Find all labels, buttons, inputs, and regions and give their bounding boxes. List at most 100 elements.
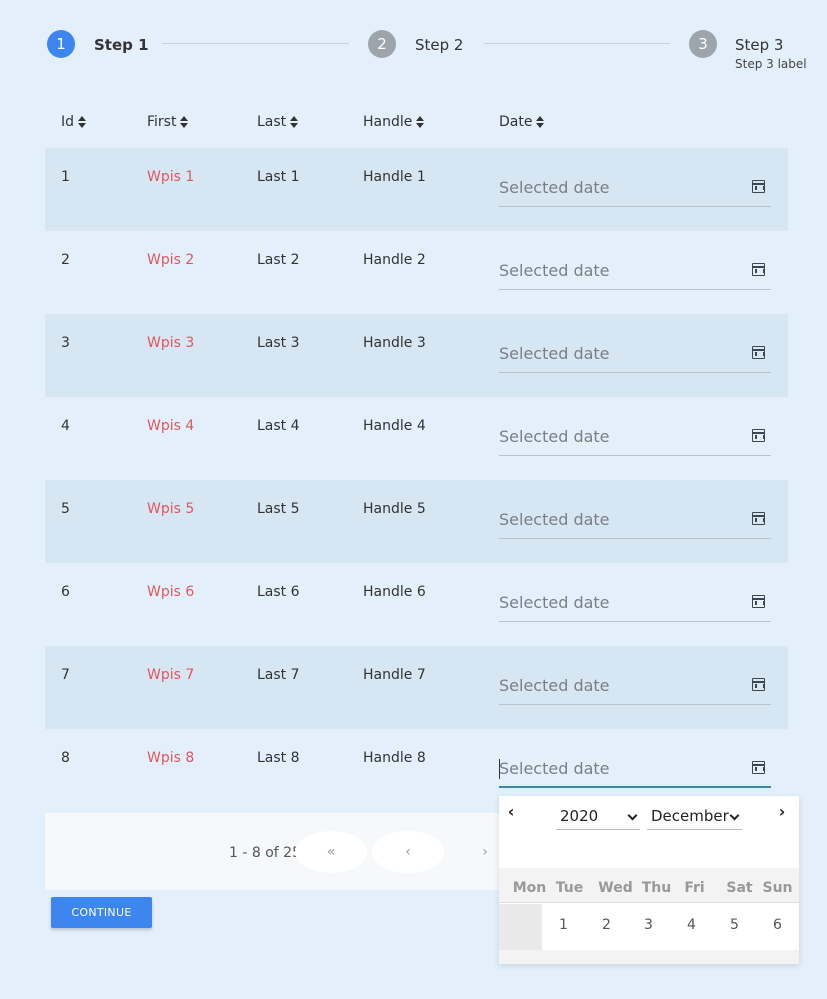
cell-first: Wpis 5 [147, 501, 195, 517]
date-input[interactable]: Selected date [499, 253, 771, 290]
weekday-label: Sun [762, 880, 793, 896]
weekday-label: Sat [726, 880, 753, 896]
date-input[interactable]: Selected date [499, 170, 771, 207]
step-1-circle[interactable]: 1 [47, 30, 75, 58]
sort-icon[interactable] [180, 116, 189, 128]
date-input-focused[interactable]: Selected date [499, 751, 771, 788]
sort-icon[interactable] [416, 116, 425, 128]
cell-handle: Handle 3 [363, 335, 426, 351]
calendar-icon[interactable] [752, 263, 765, 276]
cell-id: 8 [61, 750, 70, 766]
calendar-icon[interactable] [752, 512, 765, 525]
date-input[interactable]: Selected date [499, 585, 771, 622]
date-input[interactable]: Selected date [499, 668, 771, 705]
calendar-next-week-partial [499, 950, 799, 964]
header-handle[interactable]: Handle [363, 114, 425, 130]
date-placeholder: Selected date [499, 427, 610, 446]
calendar-icon[interactable] [752, 761, 765, 774]
sort-icon[interactable] [78, 116, 87, 128]
cell-first: Wpis 7 [147, 667, 195, 683]
step-connector [162, 43, 349, 44]
step-3-label[interactable]: Step 3 [735, 36, 783, 54]
header-id[interactable]: Id [61, 114, 87, 130]
cell-id: 2 [61, 252, 70, 268]
step-2-label[interactable]: Step 2 [415, 36, 463, 54]
weekday-label: Tue [555, 880, 584, 896]
cell-last: Last 8 [257, 750, 300, 766]
cell-id: 4 [61, 418, 70, 434]
cell-id: 3 [61, 335, 70, 351]
step-connector [484, 43, 670, 44]
calendar-icon[interactable] [752, 595, 765, 608]
date-placeholder: Selected date [499, 344, 610, 363]
calendar-week: 1 2 3 4 5 6 [499, 904, 799, 950]
header-handle-label: Handle [363, 114, 413, 130]
cell-handle: Handle 8 [363, 750, 426, 766]
calendar-day[interactable]: 2 [585, 904, 628, 950]
header-id-label: Id [61, 114, 75, 130]
date-placeholder: Selected date [499, 759, 610, 778]
sort-icon[interactable] [290, 116, 299, 128]
year-select-value: 2020 [560, 807, 599, 825]
cell-handle: Handle 7 [363, 667, 426, 683]
cell-first: Wpis 4 [147, 418, 195, 434]
cell-id: 1 [61, 169, 70, 185]
date-placeholder: Selected date [499, 593, 610, 612]
calendar-day-empty [499, 904, 542, 950]
header-date[interactable]: Date [499, 114, 545, 130]
weekday-label: Thu [641, 880, 672, 896]
continue-button[interactable]: CONTINUE [51, 897, 152, 928]
cell-handle: Handle 5 [363, 501, 426, 517]
cell-id: 5 [61, 501, 70, 517]
date-input[interactable]: Selected date [499, 419, 771, 456]
cell-last: Last 4 [257, 418, 300, 434]
header-last[interactable]: Last [257, 114, 299, 130]
next-month-button[interactable]: › [774, 804, 790, 820]
month-select[interactable]: December [647, 806, 742, 830]
table-row: 7 Wpis 7 Last 7 Handle 7 Selected date [45, 646, 788, 729]
data-table: Id First Last Handle Date 1 Wpis 1 Last … [45, 100, 788, 812]
calendar-icon[interactable] [752, 678, 765, 691]
cell-last: Last 1 [257, 169, 300, 185]
calendar-icon[interactable] [752, 346, 765, 359]
table-row: 2 Wpis 2 Last 2 Handle 2 Selected date [45, 231, 788, 314]
prev-page-button[interactable]: ‹ [372, 831, 444, 873]
cell-id: 6 [61, 584, 70, 600]
calendar-day[interactable]: 6 [756, 904, 799, 950]
step-2-circle[interactable]: 2 [368, 30, 396, 58]
step-3-circle[interactable]: 3 [689, 30, 717, 58]
cell-first: Wpis 6 [147, 584, 195, 600]
cell-first: Wpis 1 [147, 169, 195, 185]
table-row: 6 Wpis 6 Last 6 Handle 6 Selected date [45, 563, 788, 646]
calendar-icon[interactable] [752, 180, 765, 193]
calendar-day[interactable]: 3 [627, 904, 670, 950]
cell-last: Last 5 [257, 501, 300, 517]
cell-handle: Handle 4 [363, 418, 426, 434]
date-placeholder: Selected date [499, 510, 610, 529]
prev-month-button[interactable]: ‹ [503, 804, 519, 820]
cell-handle: Handle 2 [363, 252, 426, 268]
first-page-button[interactable]: « [295, 831, 367, 873]
calendar-day[interactable]: 1 [542, 904, 585, 950]
table-row: 5 Wpis 5 Last 5 Handle 5 Selected date [45, 480, 788, 563]
header-date-label: Date [499, 114, 533, 130]
header-last-label: Last [257, 114, 287, 130]
sort-icon[interactable] [536, 116, 545, 128]
table-row: 1 Wpis 1 Last 1 Handle 1 Selected date [45, 148, 788, 231]
calendar-day[interactable]: 5 [713, 904, 756, 950]
cell-first: Wpis 3 [147, 335, 195, 351]
year-select[interactable]: 2020 [556, 806, 640, 830]
calendar-icon[interactable] [752, 429, 765, 442]
table-header: Id First Last Handle Date [45, 100, 788, 148]
date-input[interactable]: Selected date [499, 502, 771, 539]
calendar-day[interactable]: 4 [670, 904, 713, 950]
cell-last: Last 6 [257, 584, 300, 600]
step-1-label[interactable]: Step 1 [94, 36, 149, 54]
cell-last: Last 2 [257, 252, 300, 268]
header-first[interactable]: First [147, 114, 189, 130]
month-select-value: December [651, 807, 729, 825]
date-input[interactable]: Selected date [499, 336, 771, 373]
cell-first: Wpis 8 [147, 750, 195, 766]
weekday-header: Mon Tue Wed Thu Fri Sat Sun [499, 868, 799, 903]
cell-handle: Handle 1 [363, 169, 426, 185]
